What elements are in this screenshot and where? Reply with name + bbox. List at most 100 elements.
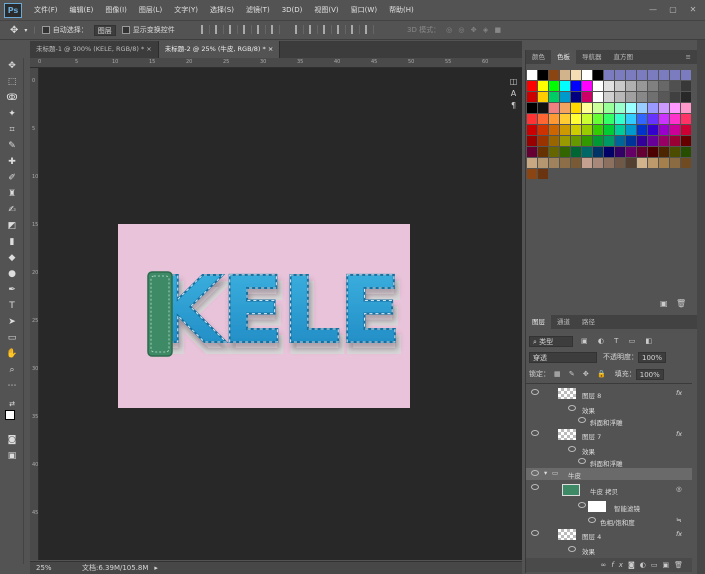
color-swatch[interactable]: [549, 114, 559, 124]
color-swatch[interactable]: [648, 81, 658, 91]
color-swatch[interactable]: [560, 81, 570, 91]
layer-row[interactable]: 图层 4 fx: [526, 528, 692, 542]
paragraph-icon[interactable]: ¶: [508, 100, 519, 111]
tab-navigator[interactable]: 导航器: [576, 50, 608, 64]
color-swatch[interactable]: [538, 169, 548, 179]
fill-input[interactable]: 100%: [635, 368, 664, 380]
color-swatch[interactable]: [626, 158, 636, 168]
color-swatch[interactable]: [659, 136, 669, 146]
color-swatch[interactable]: [571, 125, 581, 135]
trash-icon[interactable]: 🗑: [676, 299, 686, 308]
color-swatch[interactable]: [560, 125, 570, 135]
color-swatch[interactable]: [615, 136, 625, 146]
distribute-right-icon[interactable]: [365, 24, 374, 34]
lock-icons[interactable]: ▦ ✎ ✥ 🔒: [554, 370, 609, 378]
new-layer-icon[interactable]: ▣: [662, 561, 674, 569]
blur-tool-icon[interactable]: ◆: [6, 252, 18, 264]
color-swatch[interactable]: [637, 147, 647, 157]
color-swatch[interactable]: [681, 70, 691, 80]
3d-tool-icons[interactable]: ◎ ◎ ✥ ◈ ■: [446, 26, 503, 34]
fx-icon[interactable]: fx: [676, 530, 682, 538]
color-swatch[interactable]: [615, 103, 625, 113]
tab-color[interactable]: 颜色: [526, 50, 551, 64]
layer-row[interactable]: 图层 7 fx: [526, 428, 692, 442]
color-swatch[interactable]: [604, 125, 614, 135]
color-swatch[interactable]: [626, 114, 636, 124]
color-swatch[interactable]: [670, 125, 680, 135]
zoom-level[interactable]: 25%: [36, 564, 74, 572]
color-swatch[interactable]: [593, 114, 603, 124]
move-tool-icon[interactable]: ✥: [10, 25, 18, 36]
color-swatch[interactable]: [659, 158, 669, 168]
color-swatch[interactable]: [538, 136, 548, 146]
auto-select-dropdown[interactable]: 图层: [93, 24, 116, 36]
opacity-input[interactable]: 100%: [638, 351, 667, 363]
history-icon[interactable]: ◫: [508, 76, 519, 87]
color-swatch[interactable]: [681, 136, 691, 146]
color-swatch[interactable]: [571, 81, 581, 91]
color-swatch[interactable]: [593, 81, 603, 91]
marquee-tool-icon[interactable]: ⬚: [6, 76, 18, 88]
color-swatch[interactable]: [681, 92, 691, 102]
color-swatch[interactable]: [538, 92, 548, 102]
color-swatch[interactable]: [670, 114, 680, 124]
color-swatch[interactable]: [604, 70, 614, 80]
color-swatch[interactable]: [527, 158, 537, 168]
align-right-icon[interactable]: [270, 24, 280, 34]
filter-row[interactable]: 色相/饱和度 ≒: [526, 515, 692, 527]
align-vcenter-icon[interactable]: [214, 24, 224, 34]
blend-mode-dropdown[interactable]: 穿透: [529, 351, 597, 363]
color-swatch[interactable]: [582, 125, 592, 135]
tab-layers[interactable]: 图层: [526, 315, 551, 329]
type-tool-icon[interactable]: T: [6, 300, 18, 312]
trash-icon[interactable]: 🗑: [674, 561, 688, 569]
menu-layer[interactable]: 图层(L): [133, 5, 168, 15]
color-swatch[interactable]: [681, 158, 691, 168]
color-swatch[interactable]: [637, 81, 647, 91]
color-swatch[interactable]: [604, 147, 614, 157]
color-swatch[interactable]: [659, 81, 669, 91]
color-swatch[interactable]: [670, 70, 680, 80]
color-swatch[interactable]: [538, 114, 548, 124]
menu-3d[interactable]: 3D(D): [276, 6, 309, 14]
color-swatch[interactable]: [681, 81, 691, 91]
color-swatch[interactable]: [582, 92, 592, 102]
color-swatch[interactable]: [626, 92, 636, 102]
gradient-tool-icon[interactable]: ▮: [6, 236, 18, 248]
color-swatch[interactable]: [549, 158, 559, 168]
color-swatch[interactable]: [560, 70, 570, 80]
color-swatch[interactable]: [648, 136, 658, 146]
status-arrow-icon[interactable]: ▸: [154, 564, 158, 572]
color-swatch[interactable]: [637, 136, 647, 146]
color-swatch[interactable]: [527, 81, 537, 91]
menu-image[interactable]: 图像(I): [99, 5, 133, 15]
color-swatch[interactable]: [604, 114, 614, 124]
distribute-bottom-icon[interactable]: [323, 24, 332, 34]
color-swatch[interactable]: [582, 81, 592, 91]
color-swatch[interactable]: [571, 92, 581, 102]
color-swatch[interactable]: [670, 136, 680, 146]
mask-icon[interactable]: ◙: [628, 561, 640, 569]
color-swatch[interactable]: [659, 114, 669, 124]
effect-row[interactable]: 斜面和浮雕: [526, 415, 692, 427]
folder-icon[interactable]: ▭: [651, 561, 663, 569]
smart-object-row[interactable]: 牛皮 拷贝 ◎: [526, 482, 692, 498]
chevron-down-icon[interactable]: ▾: [544, 469, 547, 477]
show-transform-checkbox[interactable]: [121, 26, 130, 34]
fx-icon[interactable]: fx: [676, 389, 682, 397]
color-swatch[interactable]: [527, 147, 537, 157]
color-swatch[interactable]: [560, 147, 570, 157]
color-swatch[interactable]: [549, 81, 559, 91]
close-button[interactable]: ✕: [687, 5, 699, 15]
color-swatch[interactable]: [648, 114, 658, 124]
color-swatch[interactable]: [637, 70, 647, 80]
color-swatch[interactable]: [637, 125, 647, 135]
color-swatch[interactable]: [582, 70, 592, 80]
color-swatch[interactable]: [670, 92, 680, 102]
menu-help[interactable]: 帮助(H): [383, 5, 420, 15]
align-bottom-icon[interactable]: [228, 24, 238, 34]
color-swatch[interactable]: [615, 125, 625, 135]
effect-row[interactable]: 斜面和浮雕: [526, 456, 692, 468]
eyedropper-tool-icon[interactable]: ✎: [6, 140, 18, 152]
color-swatch[interactable]: [681, 114, 691, 124]
